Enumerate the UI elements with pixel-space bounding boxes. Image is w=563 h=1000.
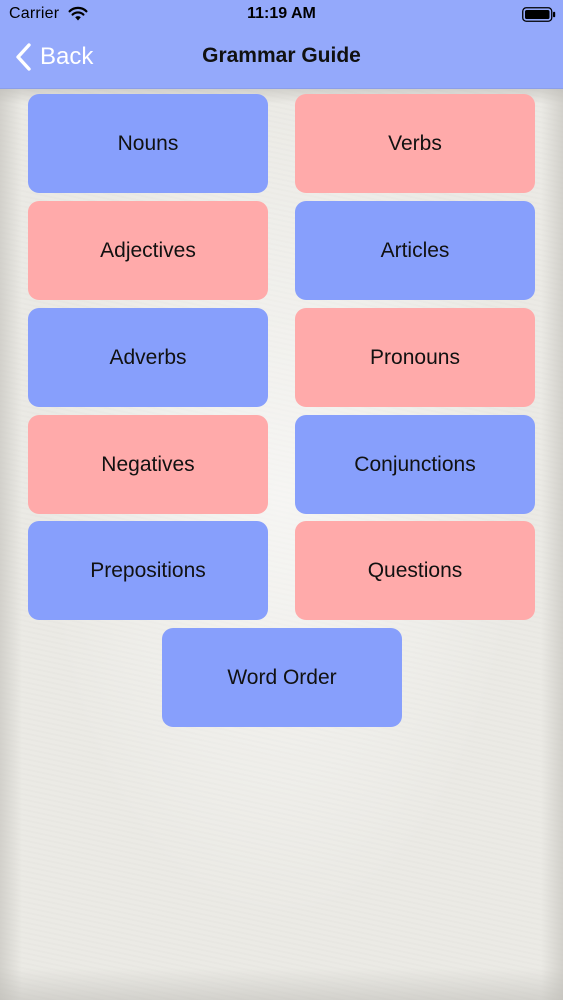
topic-button-word-order[interactable]: Word Order [162,628,402,727]
topic-button-questions[interactable]: Questions [295,521,535,620]
screen: Carrier 11:19 AM Back Grammar Guide Noun… [0,0,563,1000]
topic-button-prepositions[interactable]: Prepositions [28,521,268,620]
topic-button-verbs[interactable]: Verbs [295,94,535,193]
topic-button-pronouns[interactable]: Pronouns [295,308,535,407]
status-time: 11:19 AM [247,5,316,22]
topic-label: Conjunctions [354,452,476,476]
topic-label: Pronouns [370,345,460,369]
page-title: Grammar Guide [202,44,361,67]
topic-button-articles[interactable]: Articles [295,201,535,300]
battery-icon [522,7,556,22]
topic-label: Adjectives [100,238,196,262]
topic-label: Adverbs [109,345,187,369]
status-bar: Carrier 11:19 AM [0,0,563,30]
topic-label: Articles [380,238,450,262]
topic-label: Verbs [388,131,442,155]
topic-label: Negatives [101,452,195,476]
topic-button-adjectives[interactable]: Adjectives [28,201,268,300]
topic-label: Questions [367,558,463,582]
navigation-bar: Carrier 11:19 AM Back Grammar Guide [0,0,563,89]
topic-label: Prepositions [90,558,206,582]
topic-label: Word Order [227,665,337,689]
topic-button-nouns[interactable]: Nouns [28,94,268,193]
topic-button-negatives[interactable]: Negatives [28,415,268,514]
topic-label: Nouns [117,131,179,155]
topic-button-conjunctions[interactable]: Conjunctions [295,415,535,514]
topic-button-adverbs[interactable]: Adverbs [28,308,268,407]
